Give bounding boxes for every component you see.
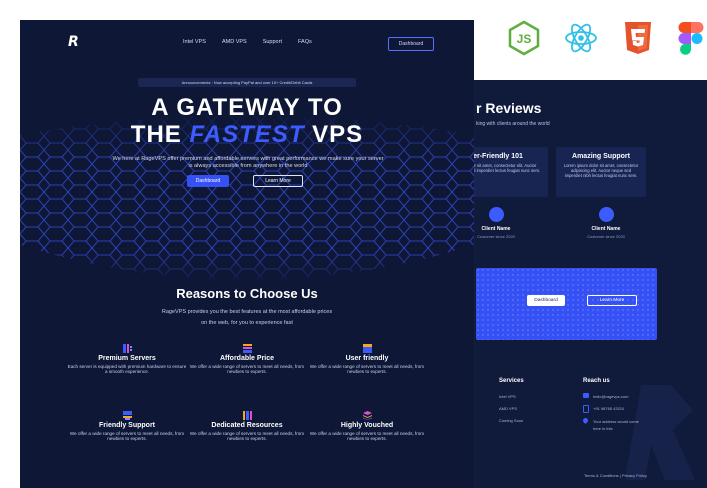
feature-friendly-support: Friendly Support We offer a wide range o… — [67, 407, 187, 441]
client-name: Client Name — [481, 226, 511, 232]
feature-description: We offer a wide range of servers to meet… — [189, 364, 305, 375]
hero-title-line2: THE FASTEST VPS — [20, 122, 474, 148]
price-icon — [242, 340, 252, 353]
reviews-subtitle: king with clients around the world — [476, 121, 550, 127]
feature-highly-vouched: Highly Vouched We offer a wide range of … — [307, 407, 427, 441]
server-icon — [122, 340, 132, 353]
feature-title: Premium Servers — [98, 355, 156, 362]
support-icon — [122, 407, 132, 420]
nav-item-amd-vps[interactable]: AMD VPS — [222, 39, 247, 45]
feature-description: Each server is equipped with premium har… — [67, 364, 187, 375]
review-card: Amazing Support Lorem ipsum dolor sit am… — [556, 147, 646, 197]
mail-icon — [583, 393, 589, 398]
nodejs-icon: JS — [506, 20, 542, 56]
feature-affordable-price: Affordable Price We offer a wide range o… — [187, 340, 307, 374]
footer-address: Your address would come here in this — [593, 419, 639, 431]
review-card-title: Amazing Support — [572, 153, 630, 160]
window-icon — [362, 340, 372, 353]
footer-services-title: Services — [499, 378, 524, 384]
feature-title: Friendly Support — [99, 422, 155, 429]
client-since: Customer since 2020 — [477, 234, 515, 239]
hero-description: We here at RageVPS offer premium and aff… — [112, 156, 384, 169]
announcement-bar: Announcements : Now accepting PayPal and… — [138, 78, 356, 87]
reasons-title: Reasons to Choose Us — [176, 286, 318, 301]
feature-title: User friendly — [345, 355, 389, 362]
svg-text:JS: JS — [517, 32, 532, 46]
hero-title-line1: A GATEWAY TO — [151, 94, 343, 121]
avatar — [599, 207, 614, 222]
main-page-preview: R Intel VPS AMD VPS Support FAQs Dashboa… — [20, 20, 474, 488]
hero-title-pre: THE — [130, 121, 190, 148]
phone-icon — [583, 405, 589, 413]
main-nav: Intel VPS AMD VPS Support FAQs — [183, 39, 312, 45]
feature-premium-servers: Premium Servers Each server is equipped … — [67, 340, 187, 374]
nav-dashboard-button[interactable]: Dashboard — [388, 37, 434, 51]
hero-learn-more-button[interactable]: Learn More — [253, 175, 303, 187]
reviews-title: r Reviews — [476, 100, 542, 116]
feature-description: We offer a wide range of servers to meet… — [189, 431, 305, 442]
footer-email[interactable]: hello@ragevps.com — [593, 394, 628, 399]
footer-link[interactable]: Intel VPS — [499, 394, 516, 399]
feature-title: Affordable Price — [219, 355, 275, 362]
review-card-text: Lorem ipsum dolor sit amet, consectetur … — [563, 163, 639, 179]
footer-link[interactable]: AMD VPS — [499, 406, 517, 411]
feature-description: We offer a wide range of servers to meet… — [309, 364, 425, 375]
feature-title: Dedicated Resources — [211, 422, 283, 429]
reasons-subtitle: RageVPS provides you the best features a… — [161, 309, 333, 326]
nav-item-intel-vps[interactable]: Intel VPS — [183, 39, 206, 45]
hero-title-post: VPS — [304, 121, 364, 148]
feature-title: Highly Vouched — [340, 422, 394, 429]
client-since: Customer since 2020 — [587, 234, 625, 239]
nav-item-faqs[interactable]: FAQs — [298, 39, 312, 45]
nav-item-support[interactable]: Support — [263, 39, 282, 45]
location-icon — [581, 416, 590, 425]
avatar — [489, 207, 504, 222]
footer-reach-title: Reach us — [583, 378, 610, 384]
hero-dashboard-button[interactable]: Dashboard — [187, 175, 229, 187]
html5-icon — [620, 20, 656, 56]
footer-phone[interactable]: +91 98765 43210 — [593, 406, 624, 411]
ragevps-logo[interactable]: R — [68, 34, 79, 50]
hero-title-accent: FASTEST — [189, 121, 305, 148]
footer-link[interactable]: Coming Soon — [499, 418, 523, 423]
feature-description: We offer a wide range of servers to meet… — [309, 431, 425, 442]
feature-description: We offer a wide range of servers to meet… — [69, 431, 185, 442]
layers-icon — [362, 407, 372, 420]
react-icon — [563, 20, 599, 56]
feature-dedicated-resources: Dedicated Resources We offer a wide rang… — [187, 407, 307, 441]
client-name: Client Name — [591, 226, 621, 232]
figma-icon — [676, 20, 706, 56]
cta-dashboard-button[interactable]: Dashboard — [527, 295, 565, 306]
footer-legal-links[interactable]: Terms & Conditions | Privacy Policy — [584, 473, 647, 478]
cta-learn-more-button[interactable]: Learn More — [587, 295, 637, 306]
resources-icon — [242, 407, 252, 420]
feature-user-friendly: User friendly We offer a wide range of s… — [307, 340, 427, 374]
